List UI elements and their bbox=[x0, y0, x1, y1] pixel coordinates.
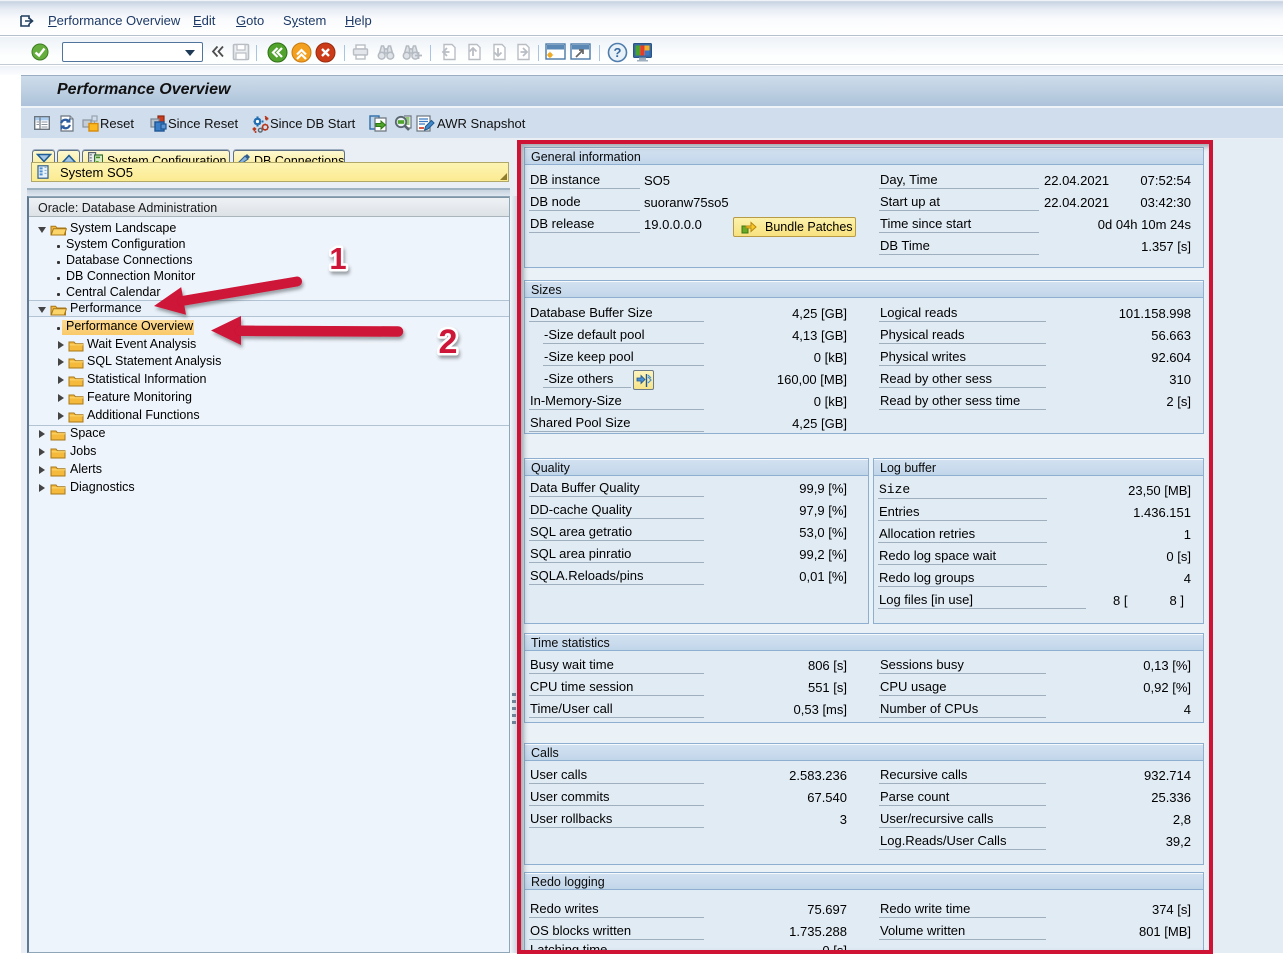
svg-text:?: ? bbox=[614, 45, 622, 60]
